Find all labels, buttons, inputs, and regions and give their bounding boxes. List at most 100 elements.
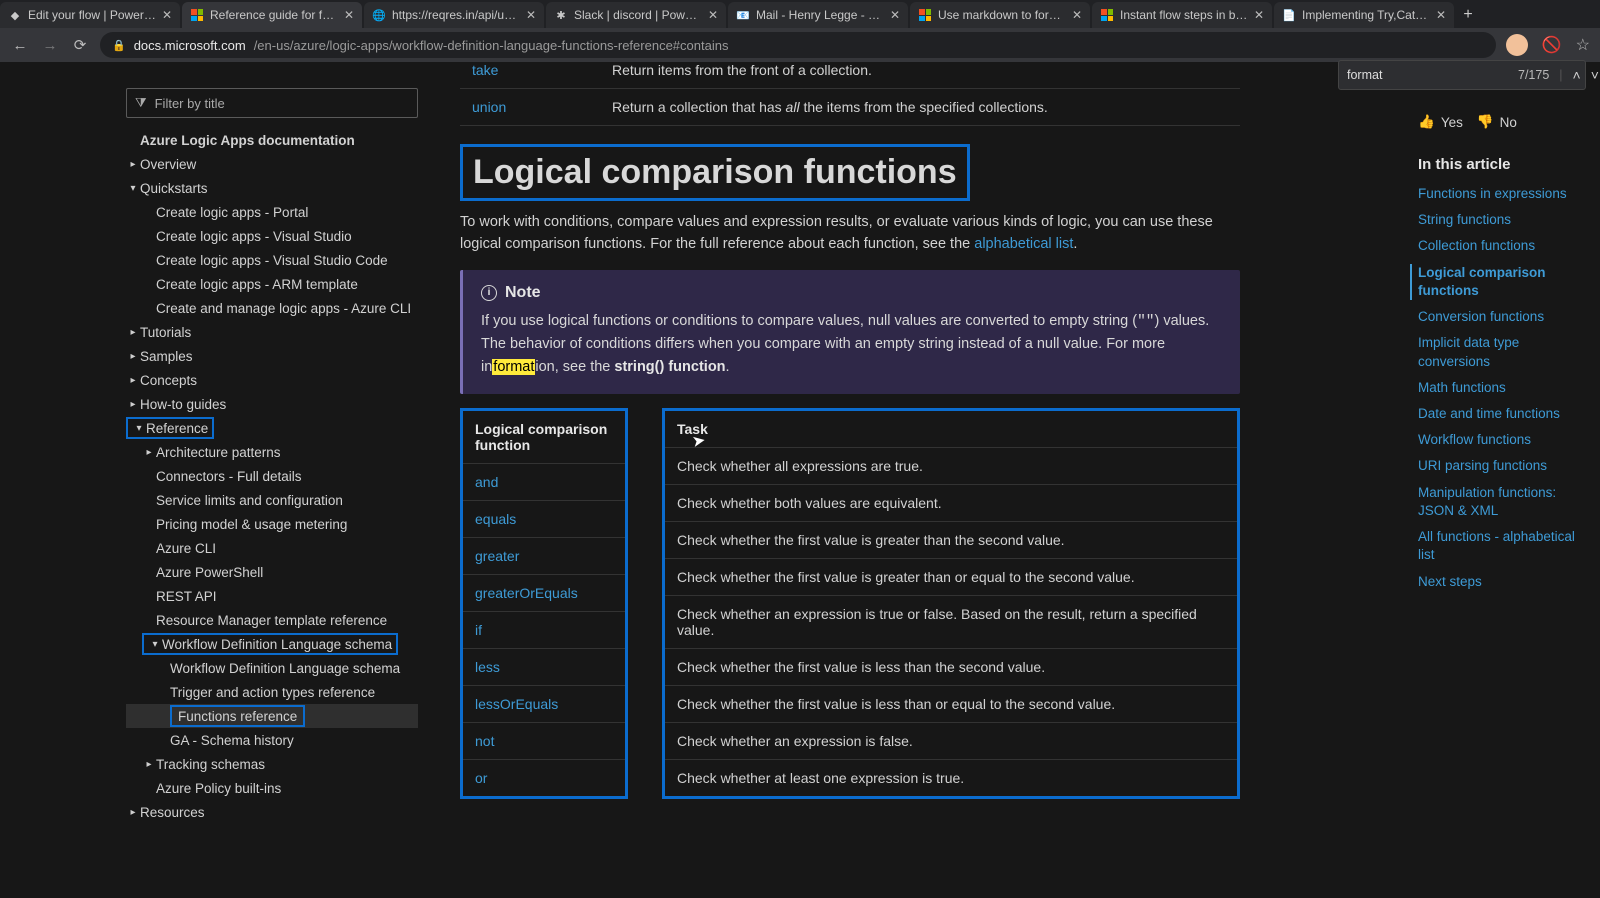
browser-tab[interactable]: ◆Edit your flow | Power Aut✕ <box>0 2 180 28</box>
nav-item[interactable]: ▾Reference <box>126 416 418 440</box>
browser-tab-active[interactable]: Reference guide for functio✕ <box>182 2 362 28</box>
nav-item[interactable]: Resource Manager template reference <box>126 608 418 632</box>
url-input[interactable]: 🔒 docs.microsoft.com/en-us/azure/logic-a… <box>100 32 1496 58</box>
nav-item[interactable]: Workflow Definition Language schema <box>126 656 418 680</box>
toc-link[interactable]: Logical comparison functions <box>1418 265 1546 298</box>
feedback-no[interactable]: 👎No <box>1477 114 1517 130</box>
nav-item[interactable]: Connectors - Full details <box>126 464 418 488</box>
forward-icon[interactable]: → <box>40 37 60 54</box>
nav-item[interactable]: ▾Quickstarts <box>126 176 418 200</box>
tab-close-icon[interactable]: ✕ <box>890 8 900 22</box>
toc-link[interactable]: Workflow functions <box>1418 432 1531 447</box>
tab-close-icon[interactable]: ✕ <box>1072 8 1082 22</box>
function-link[interactable]: if <box>475 622 482 638</box>
toc-item[interactable]: Manipulation functions: JSON & XML <box>1418 484 1582 520</box>
toc-link[interactable]: Date and time functions <box>1418 406 1560 421</box>
nav-item[interactable]: Functions reference <box>126 704 418 728</box>
toc-item[interactable]: String functions <box>1418 211 1582 229</box>
nav-item[interactable]: Azure Logic Apps documentation <box>126 128 418 152</box>
feedback-yes[interactable]: 👍Yes <box>1418 114 1463 130</box>
tab-close-icon[interactable]: ✕ <box>1436 8 1446 22</box>
nav-item[interactable]: Azure PowerShell <box>126 560 418 584</box>
tab-close-icon[interactable]: ✕ <box>526 8 536 22</box>
new-tab-button[interactable]: + <box>1456 6 1480 24</box>
nav-item[interactable]: REST API <box>126 584 418 608</box>
nav-item[interactable]: ▸Samples <box>126 344 418 368</box>
nav-item[interactable]: Azure Policy built-ins <box>126 776 418 800</box>
toc-link[interactable]: Math functions <box>1418 380 1506 395</box>
task-cell: Return items from the front of a collect… <box>600 62 1240 89</box>
nav-item[interactable]: Create logic apps - Visual Studio Code <box>126 248 418 272</box>
toc-link[interactable]: Implicit data type conversions <box>1418 335 1519 368</box>
back-icon[interactable]: ← <box>10 37 30 54</box>
nav-item[interactable]: Create logic apps - Portal <box>126 200 418 224</box>
nav-item[interactable]: Create and manage logic apps - Azure CLI <box>126 296 418 320</box>
toc-link[interactable]: URI parsing functions <box>1418 458 1547 473</box>
tab-close-icon[interactable]: ✕ <box>162 8 172 22</box>
toc-link[interactable]: Conversion functions <box>1418 309 1544 324</box>
filter-input[interactable]: ⧩ Filter by title <box>126 88 418 118</box>
function-link[interactable]: greater <box>475 548 519 564</box>
nav-item[interactable]: Service limits and configuration <box>126 488 418 512</box>
reload-icon[interactable]: ⟳ <box>70 36 90 54</box>
tab-close-icon[interactable]: ✕ <box>1254 8 1264 22</box>
function-link[interactable]: or <box>475 770 487 786</box>
incognito-icon[interactable]: 🚫 <box>1542 35 1562 55</box>
toc-link[interactable]: All functions - alphabetical list <box>1418 529 1575 562</box>
function-link[interactable]: lessOrEquals <box>475 696 558 712</box>
function-link[interactable]: and <box>475 474 498 490</box>
function-link[interactable]: not <box>475 733 494 749</box>
nav-item[interactable]: Create logic apps - Visual Studio <box>126 224 418 248</box>
alphabetical-list-link[interactable]: alphabetical list <box>974 236 1073 252</box>
toc-item[interactable]: Date and time functions <box>1418 405 1582 423</box>
nav-item[interactable]: Azure CLI <box>126 536 418 560</box>
browser-tab[interactable]: ✱Slack | discord | Power Aut✕ <box>546 2 726 28</box>
toc-item[interactable]: Conversion functions <box>1418 308 1582 326</box>
toc-item[interactable]: Functions in expressions <box>1418 185 1582 203</box>
browser-tab[interactable]: Use markdown to format P✕ <box>910 2 1090 28</box>
nav-item[interactable]: ▸Concepts <box>126 368 418 392</box>
browser-tab[interactable]: 🌐https://reqres.in/api/users?✕ <box>364 2 544 28</box>
nav-item[interactable]: ▸Tutorials <box>126 320 418 344</box>
toc-item[interactable]: Workflow functions <box>1418 431 1582 449</box>
function-link[interactable]: union <box>472 99 506 115</box>
browser-tab[interactable]: 📄Implementing Try,Catch an✕ <box>1274 2 1454 28</box>
toc-item[interactable]: Next steps <box>1418 573 1582 591</box>
toc-link[interactable]: String functions <box>1418 212 1511 227</box>
function-link[interactable]: greaterOrEquals <box>475 585 578 601</box>
nav-item[interactable]: Pricing model & usage metering <box>126 512 418 536</box>
tab-close-icon[interactable]: ✕ <box>708 8 718 22</box>
tab-close-icon[interactable]: ✕ <box>344 8 354 22</box>
find-prev-icon[interactable]: ˄ <box>1573 67 1581 83</box>
nav-item[interactable]: ▸Overview <box>126 152 418 176</box>
toc-item[interactable]: Implicit data type conversions <box>1418 334 1582 370</box>
nav-item[interactable]: ▸Resources <box>126 800 418 824</box>
nav-item[interactable]: Create logic apps - ARM template <box>126 272 418 296</box>
nav-item[interactable]: GA - Schema history <box>126 728 418 752</box>
profile-avatar[interactable] <box>1506 34 1528 56</box>
nav-item[interactable]: ▸Tracking schemas <box>126 752 418 776</box>
nav-item[interactable]: ▸How-to guides <box>126 392 418 416</box>
toc-item[interactable]: All functions - alphabetical list <box>1418 528 1582 564</box>
nav-item[interactable]: ▸Architecture patterns <box>126 440 418 464</box>
find-input[interactable] <box>1347 68 1508 82</box>
toc-item[interactable]: Logical comparison functions <box>1410 264 1582 300</box>
toc-link[interactable]: Manipulation functions: JSON & XML <box>1418 485 1556 518</box>
function-link[interactable]: equals <box>475 511 516 527</box>
browser-tab[interactable]: Instant flow steps in busine✕ <box>1092 2 1272 28</box>
function-link[interactable]: take <box>472 62 498 78</box>
nav-item[interactable]: ▾Workflow Definition Language schema <box>126 632 418 656</box>
toc-link[interactable]: Functions in expressions <box>1418 186 1567 201</box>
toc-link[interactable]: Next steps <box>1418 574 1482 589</box>
toc-link[interactable]: Collection functions <box>1418 238 1535 253</box>
find-in-page-bar: 7/175 | ˄ ˅ ✕ <box>1338 60 1586 90</box>
find-next-icon[interactable]: ˅ <box>1591 67 1599 83</box>
browser-tab[interactable]: 📧Mail - Henry Legge - Outl✕ <box>728 2 908 28</box>
bookmark-star-icon[interactable]: ☆ <box>1576 35 1590 55</box>
string-function-link[interactable]: string() function <box>614 359 725 375</box>
function-link[interactable]: less <box>475 659 500 675</box>
nav-item[interactable]: Trigger and action types reference <box>126 680 418 704</box>
toc-item[interactable]: URI parsing functions <box>1418 457 1582 475</box>
toc-item[interactable]: Math functions <box>1418 379 1582 397</box>
toc-item[interactable]: Collection functions <box>1418 237 1582 255</box>
